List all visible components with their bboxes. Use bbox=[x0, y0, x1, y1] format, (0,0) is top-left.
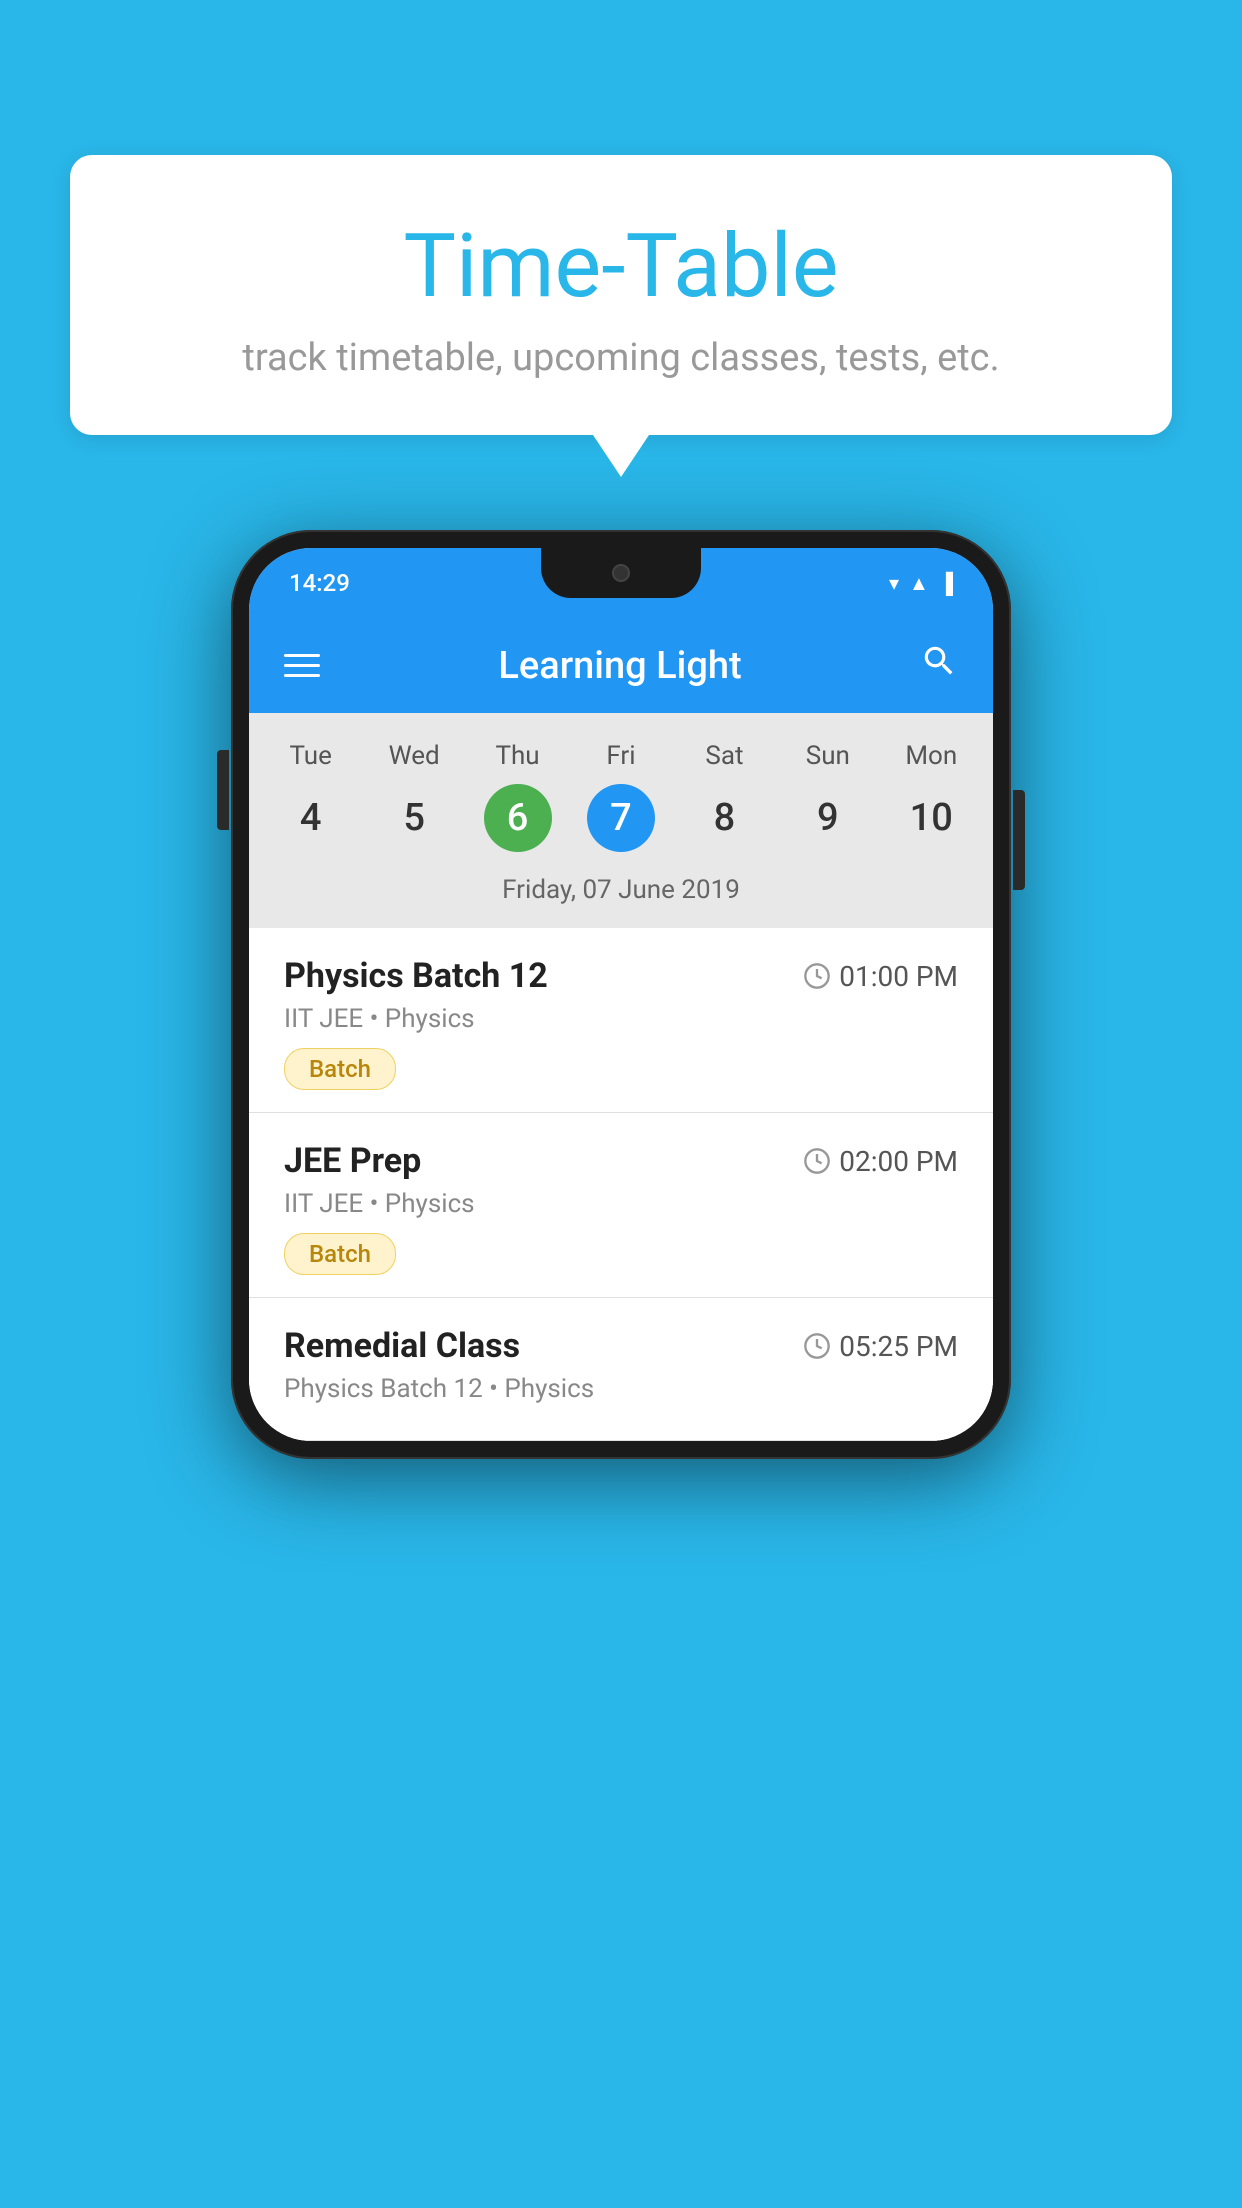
day-9[interactable]: 9 bbox=[776, 784, 879, 852]
schedule-item-1-title: Physics Batch 12 bbox=[284, 956, 548, 996]
status-icons: ▾ ▲ ▐ bbox=[889, 571, 953, 596]
notch-cutout bbox=[541, 548, 701, 598]
schedule-item-3-title: Remedial Class bbox=[284, 1326, 520, 1366]
phone-screen: 14:29 ▾ ▲ ▐ Learning Light bbox=[249, 548, 993, 1441]
schedule-list: Physics Batch 12 01:00 PM IIT JEE • Phys… bbox=[249, 928, 993, 1441]
day-header-sat[interactable]: Sat bbox=[673, 733, 776, 779]
selected-date-label: Friday, 07 June 2019 bbox=[249, 867, 993, 920]
schedule-item-1-time: 01:00 PM bbox=[803, 960, 958, 993]
schedule-item-2[interactable]: JEE Prep 02:00 PM IIT JEE • Physics Batc… bbox=[249, 1113, 993, 1298]
schedule-item-3-top: Remedial Class 05:25 PM bbox=[284, 1326, 958, 1366]
schedule-item-3-time: 05:25 PM bbox=[803, 1330, 958, 1363]
phone-outer: 14:29 ▾ ▲ ▐ Learning Light bbox=[231, 530, 1011, 1459]
hamburger-line-2 bbox=[284, 664, 320, 667]
day-header-sun[interactable]: Sun bbox=[776, 733, 879, 779]
schedule-item-2-time: 02:00 PM bbox=[803, 1145, 958, 1178]
day-header-thu[interactable]: Thu bbox=[466, 733, 569, 779]
speech-bubble-subtitle: track timetable, upcoming classes, tests… bbox=[120, 336, 1122, 380]
schedule-item-2-title: JEE Prep bbox=[284, 1141, 421, 1181]
status-time: 14:29 bbox=[289, 569, 350, 597]
day-6-today[interactable]: 6 bbox=[484, 784, 552, 852]
day-header-mon[interactable]: Mon bbox=[880, 733, 983, 779]
speech-bubble-title: Time-Table bbox=[120, 215, 1122, 318]
schedule-item-3-subtitle: Physics Batch 12 • Physics bbox=[284, 1374, 958, 1404]
calendar-strip: Tue Wed Thu Fri Sat Sun Mon 4 5 6 7 8 9 … bbox=[249, 713, 993, 928]
day-header-tue[interactable]: Tue bbox=[259, 733, 362, 779]
schedule-item-1[interactable]: Physics Batch 12 01:00 PM IIT JEE • Phys… bbox=[249, 928, 993, 1113]
day-5[interactable]: 5 bbox=[362, 784, 465, 852]
hamburger-line-3 bbox=[284, 674, 320, 677]
app-bar: Learning Light bbox=[249, 618, 993, 713]
hamburger-line-1 bbox=[284, 654, 320, 657]
day-header-fri[interactable]: Fri bbox=[569, 733, 672, 779]
battery-icon: ▐ bbox=[939, 571, 953, 596]
status-bar: 14:29 ▾ ▲ ▐ bbox=[249, 548, 993, 618]
day-header-wed[interactable]: Wed bbox=[362, 733, 465, 779]
day-8[interactable]: 8 bbox=[673, 784, 776, 852]
wifi-icon: ▾ bbox=[889, 571, 899, 595]
clock-icon-2 bbox=[803, 1147, 831, 1175]
speech-bubble: Time-Table track timetable, upcoming cla… bbox=[70, 155, 1172, 435]
camera-dot bbox=[612, 564, 630, 582]
day-headers: Tue Wed Thu Fri Sat Sun Mon bbox=[249, 733, 993, 779]
phone-mockup: 14:29 ▾ ▲ ▐ Learning Light bbox=[231, 530, 1011, 1459]
schedule-item-1-tag: Batch bbox=[284, 1048, 396, 1090]
hamburger-menu-button[interactable] bbox=[284, 654, 320, 677]
schedule-item-2-subtitle: IIT JEE • Physics bbox=[284, 1189, 958, 1219]
day-4[interactable]: 4 bbox=[259, 784, 362, 852]
search-icon[interactable] bbox=[920, 642, 958, 690]
speech-bubble-container: Time-Table track timetable, upcoming cla… bbox=[70, 155, 1172, 435]
signal-icon: ▲ bbox=[909, 571, 929, 596]
clock-icon-3 bbox=[803, 1332, 831, 1360]
schedule-item-1-subtitle: IIT JEE • Physics bbox=[284, 1004, 958, 1034]
schedule-item-1-top: Physics Batch 12 01:00 PM bbox=[284, 956, 958, 996]
schedule-item-2-tag: Batch bbox=[284, 1233, 396, 1275]
app-bar-title: Learning Light bbox=[350, 644, 890, 688]
day-10[interactable]: 10 bbox=[880, 784, 983, 852]
schedule-item-3[interactable]: Remedial Class 05:25 PM Physics Batch 12… bbox=[249, 1298, 993, 1441]
schedule-item-2-top: JEE Prep 02:00 PM bbox=[284, 1141, 958, 1181]
day-numbers: 4 5 6 7 8 9 10 bbox=[249, 779, 993, 867]
day-7-selected[interactable]: 7 bbox=[587, 784, 655, 852]
clock-icon-1 bbox=[803, 962, 831, 990]
